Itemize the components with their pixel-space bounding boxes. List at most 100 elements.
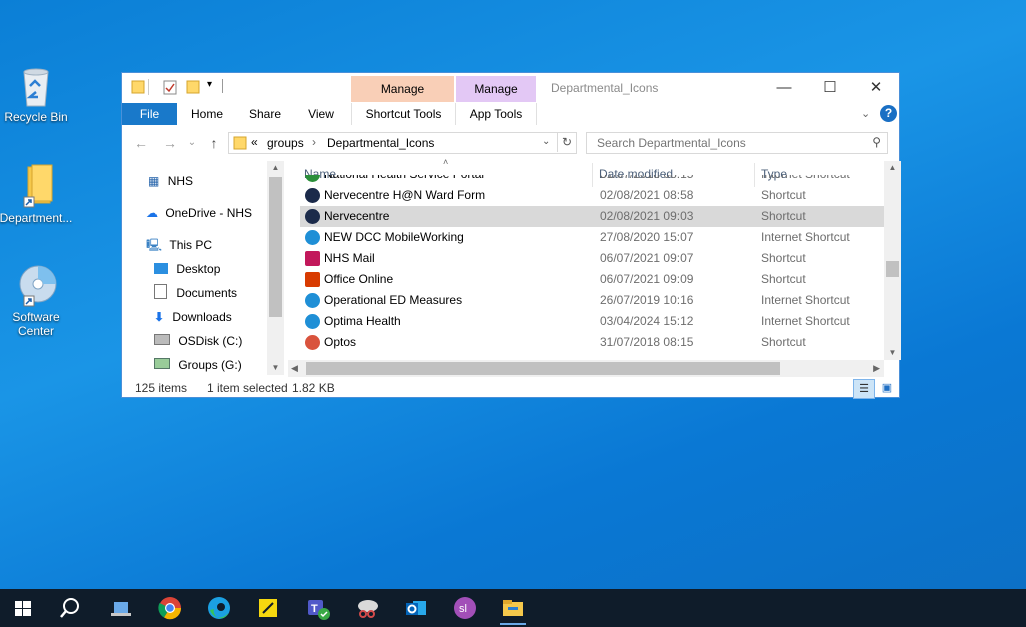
desktop-icon-recycle-bin[interactable]: Recycle Bin — [0, 62, 74, 124]
desktop-icon-software-center[interactable]: Software Center — [0, 262, 74, 338]
table-row[interactable]: Nervecentre H@N Ward Form 02/08/2021 08:… — [300, 185, 884, 206]
table-row[interactable]: National Health Service Portal 31/07/201… — [300, 175, 884, 185]
file-list-scrollbar[interactable]: ▲ ▼ — [884, 161, 901, 360]
address-dropdown-icon[interactable]: ⌄ — [542, 132, 550, 152]
tab-app-tools[interactable]: App Tools — [456, 103, 537, 125]
outlook-icon[interactable] — [403, 595, 429, 621]
properties-icon[interactable] — [163, 79, 177, 95]
scrollbar-thumb[interactable] — [269, 177, 282, 317]
scrollbar-thumb[interactable] — [886, 261, 899, 277]
search-icon[interactable]: ⚲ — [872, 135, 881, 149]
nav-pane-scrollbar[interactable]: ▲ ▼ — [267, 161, 284, 375]
snipping-tool-icon[interactable] — [354, 595, 380, 621]
address-overflow[interactable]: « — [251, 135, 258, 149]
tab-share[interactable]: Share — [246, 103, 284, 125]
forward-button[interactable]: → — [160, 133, 180, 153]
search-icon[interactable] — [57, 595, 83, 621]
new-folder-icon[interactable] — [186, 79, 200, 95]
tab-file[interactable]: File — [122, 103, 177, 125]
up-button[interactable]: ↑ — [204, 133, 224, 153]
file-name: Office Online — [324, 272, 394, 286]
windows-start-icon[interactable] — [10, 595, 36, 621]
teams-icon[interactable]: T — [305, 595, 331, 621]
window-title: Departmental_Icons — [551, 81, 659, 95]
nav-item-documents[interactable]: Documents — [154, 283, 237, 303]
selection-size: 1.82 KB — [292, 381, 335, 395]
chevron-down-icon[interactable]: ⌄ — [861, 107, 875, 121]
large-icons-view-icon[interactable]: ▣ — [877, 379, 897, 397]
file-name: Optos — [324, 335, 357, 349]
nav-item-downloads[interactable]: ⬇ Downloads — [154, 307, 232, 327]
scroll-left-icon[interactable]: ◀ — [291, 360, 298, 377]
breadcrumb-departmental-icons[interactable]: Departmental_Icons — [327, 136, 434, 150]
tab-view[interactable]: View — [303, 103, 339, 125]
customize-toolbar-icon[interactable]: ▾ — [207, 79, 217, 95]
download-arrow-icon: ⬇ — [154, 310, 165, 324]
horizontal-scrollbar[interactable]: ◀ ▶ — [288, 360, 884, 377]
selection-count: 1 item selected — [207, 381, 288, 395]
address-bar[interactable]: « groups › Departmental_Icons — [228, 132, 577, 154]
table-row[interactable]: Operational ED Measures 26/07/2019 10:16… — [300, 290, 884, 311]
file-date: 06/07/2021 09:07 — [600, 251, 694, 265]
minimize-button[interactable]: — — [761, 77, 807, 99]
breadcrumb-separator-icon[interactable]: › — [312, 135, 316, 149]
nav-item-this-pc[interactable]: 🖳 This PC — [146, 235, 212, 255]
search-input[interactable] — [595, 133, 869, 153]
breadcrumb-groups[interactable]: groups — [267, 136, 304, 150]
table-row-selected[interactable]: Nervecentre 02/08/2021 09:03 Shortcut — [300, 206, 884, 227]
desktop-icon-label: Department... — [0, 211, 73, 225]
file-date: 27/08/2020 15:07 — [600, 230, 694, 244]
nav-item-onedrive[interactable]: ☁ OneDrive - NHS — [146, 203, 252, 223]
table-row[interactable]: Office Online 06/07/2021 09:09 Shortcut — [300, 269, 884, 290]
table-row[interactable]: Optima Health 03/04/2024 15:12 Internet … — [300, 311, 884, 332]
nav-item-osdisk[interactable]: OSDisk (C:) — [154, 331, 242, 351]
file-name: National Health Service Portal — [324, 175, 484, 185]
tab-home[interactable]: Home — [188, 103, 226, 125]
scroll-right-icon[interactable]: ▶ — [873, 360, 880, 377]
file-name: Operational ED Measures — [324, 293, 463, 307]
scroll-up-icon[interactable]: ▲ — [267, 161, 284, 175]
back-button[interactable]: ← — [131, 133, 151, 153]
maximize-button[interactable]: ☐ — [807, 77, 853, 99]
edge-icon[interactable] — [206, 595, 232, 621]
svg-text:T: T — [311, 603, 318, 615]
help-icon[interactable]: ? — [880, 105, 897, 122]
refresh-icon[interactable]: ↻ — [557, 132, 576, 152]
file-explorer-taskbar-icon[interactable] — [500, 595, 526, 625]
status-bar: 125 items 1 item selected 1.82 KB ☰ ▣ — [122, 377, 899, 399]
file-type: Shortcut — [761, 335, 806, 349]
file-date: 31/07/2018 08:15 — [600, 335, 694, 349]
sticky-notes-icon[interactable] — [255, 595, 281, 621]
document-icon — [154, 284, 167, 299]
table-row[interactable]: NHS Mail 06/07/2021 09:07 Shortcut — [300, 248, 884, 269]
ribbon-tabs: File Home Share View Shortcut Tools App … — [122, 103, 899, 125]
scrollbar-thumb[interactable] — [306, 362, 780, 375]
user-avatar-icon[interactable]: sl — [452, 595, 478, 621]
nav-item-nhs[interactable]: ▦ NHS — [148, 171, 193, 191]
context-tab-manage-shortcut[interactable]: Manage — [351, 76, 454, 102]
scroll-down-icon[interactable]: ▼ — [267, 361, 284, 375]
search-box[interactable]: ⚲ — [586, 132, 888, 154]
desktop-icon-departmental-folder[interactable]: Department... — [0, 163, 74, 225]
file-date: 02/08/2021 08:58 — [600, 188, 694, 202]
file-date: 26/07/2019 10:16 — [600, 293, 694, 307]
scroll-down-icon[interactable]: ▼ — [884, 346, 901, 360]
recent-locations-chevron-icon[interactable]: ⌄ — [182, 133, 202, 153]
building-icon: ▦ — [148, 174, 160, 188]
tab-shortcut-tools[interactable]: Shortcut Tools — [351, 103, 456, 125]
nav-item-groups-drive[interactable]: Groups (G:) — [154, 355, 242, 375]
details-view-icon[interactable]: ☰ — [853, 379, 875, 399]
table-row[interactable]: Optos 31/07/2018 08:15 Shortcut — [300, 332, 884, 353]
close-button[interactable]: ✕ — [853, 77, 899, 99]
chrome-icon[interactable] — [157, 595, 183, 621]
scroll-up-icon[interactable]: ▲ — [884, 161, 901, 175]
svg-text:sl: sl — [459, 603, 467, 615]
task-view-icon[interactable] — [108, 595, 134, 621]
file-type: Internet Shortcut — [761, 314, 850, 328]
context-tab-manage-app[interactable]: Manage — [456, 76, 536, 102]
file-name: Optima Health — [324, 314, 401, 328]
nervecentre-icon — [305, 188, 320, 203]
table-row[interactable]: NEW DCC MobileWorking 27/08/2020 15:07 I… — [300, 227, 884, 248]
edge-icon — [305, 293, 320, 308]
nav-item-desktop[interactable]: Desktop — [154, 259, 220, 279]
